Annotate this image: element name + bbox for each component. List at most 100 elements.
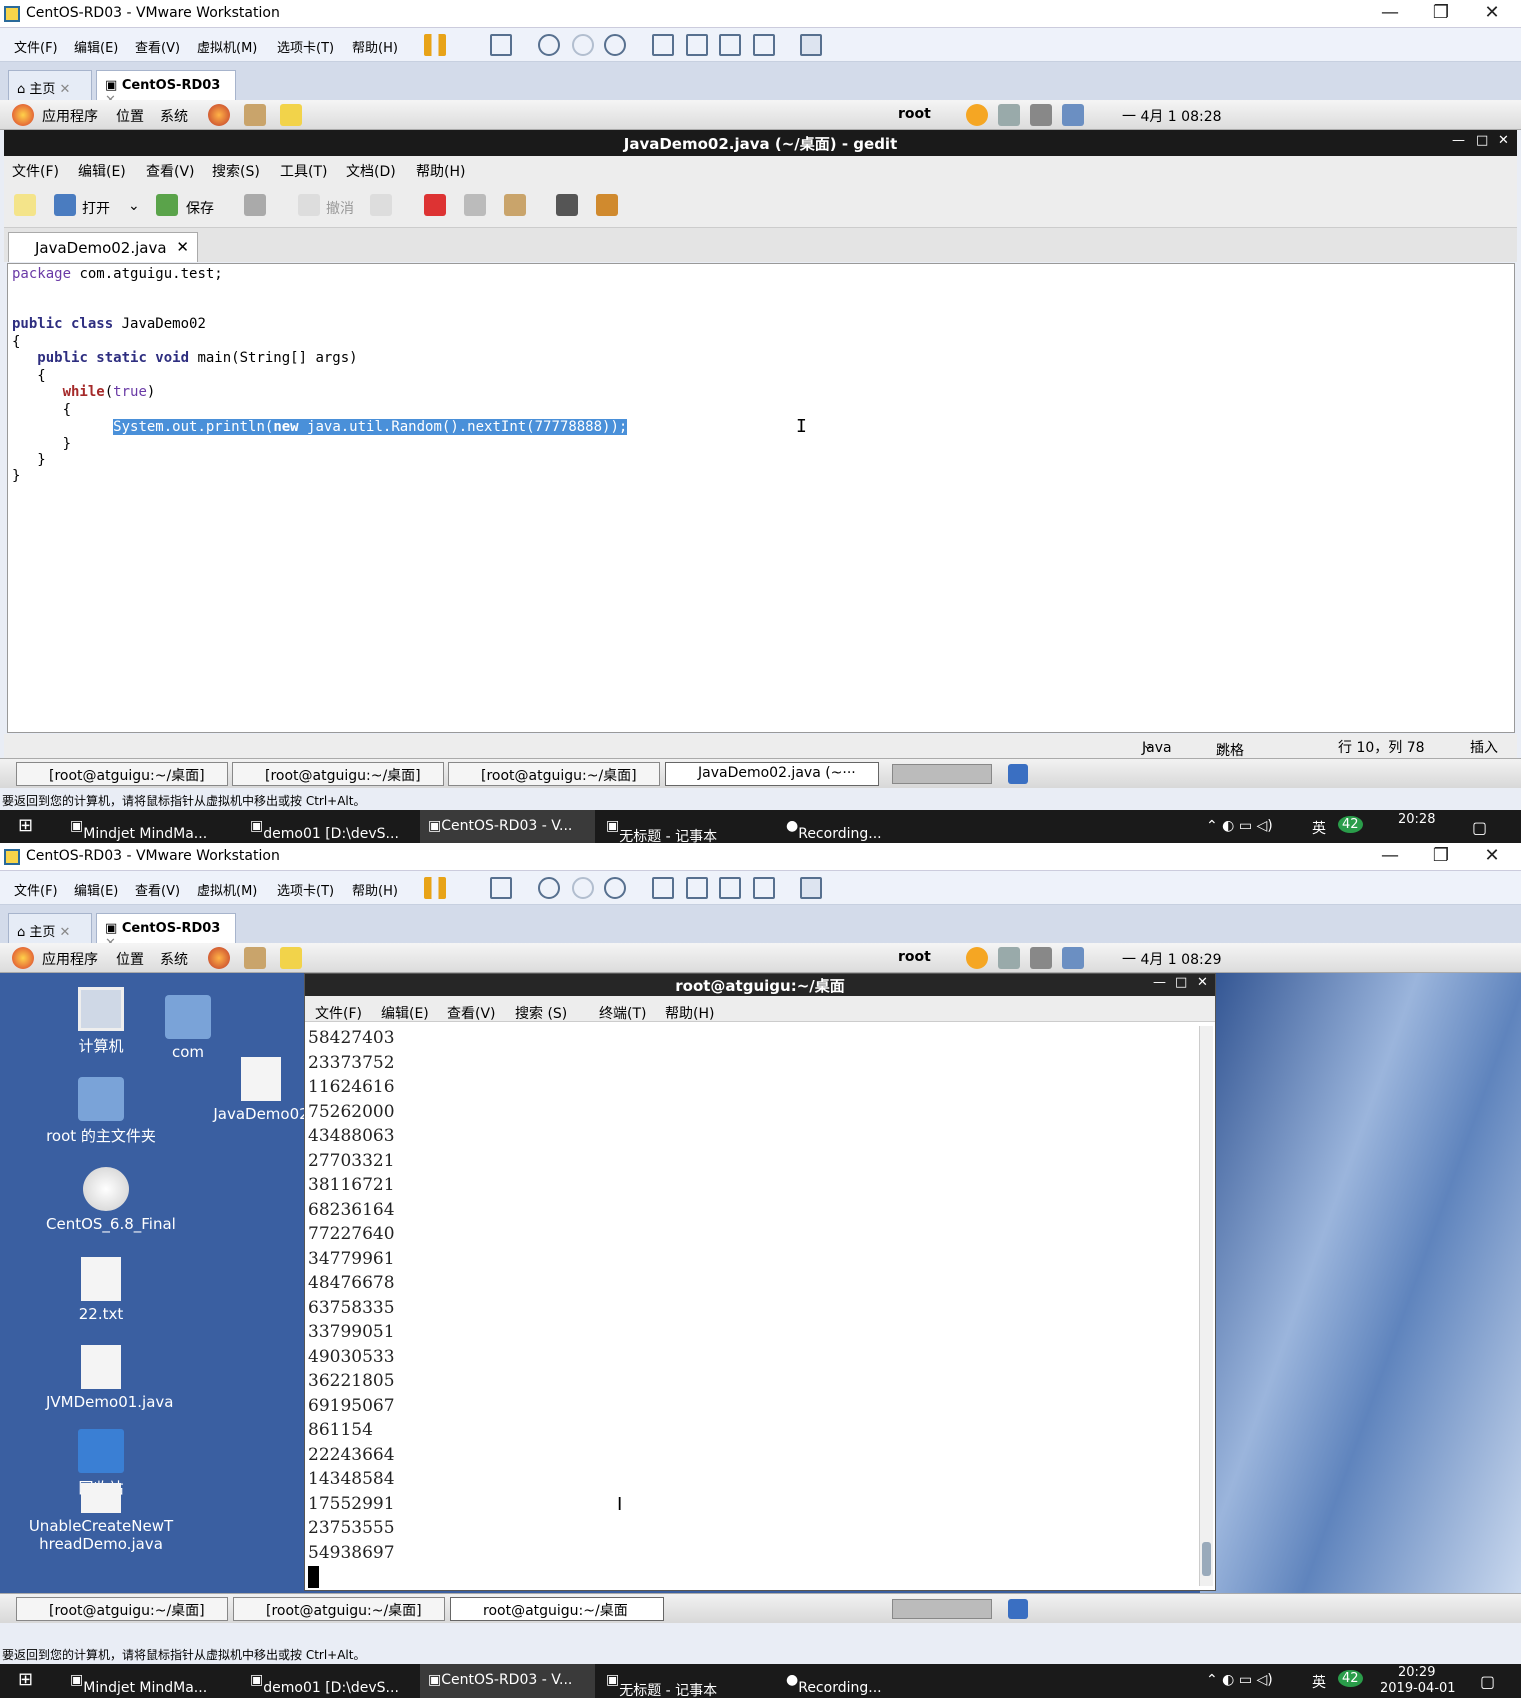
tray-icons[interactable]: ⌃ ◐ ▭ ◁) (1206, 1672, 1273, 1688)
volume-icon[interactable] (1030, 947, 1052, 969)
close-tab-icon[interactable]: ✕ (176, 238, 189, 256)
notification-icon[interactable]: ▢ (1472, 818, 1487, 837)
taskbar-terminal-1[interactable]: [root@atguigu:~/桌面] (16, 1597, 228, 1621)
cut-icon[interactable] (424, 194, 446, 216)
snapshot-icon[interactable] (538, 877, 560, 899)
gedit-menu-view[interactable]: 查看(V) (146, 161, 195, 181)
system-menu[interactable]: 系统 (160, 106, 188, 126)
snapshot-manager-icon[interactable] (604, 877, 626, 899)
revert-snapshot-icon[interactable] (572, 877, 594, 899)
update-icon[interactable] (966, 104, 988, 126)
save-icon[interactable] (156, 194, 178, 216)
user-name[interactable]: root (898, 949, 931, 965)
fullscreen-icon[interactable] (719, 877, 741, 899)
thumbnail-icon[interactable] (686, 877, 708, 899)
doc-tab[interactable]: JavaDemo02.java ✕ (8, 232, 198, 262)
minimize-icon[interactable]: — (1153, 975, 1166, 990)
desktop-icon-jvmdemo01[interactable]: JVMDemo01.java (46, 1345, 173, 1411)
scrollbar[interactable] (1199, 1026, 1213, 1586)
close-tab-icon[interactable]: ✕ (60, 82, 71, 97)
gedit-menu-file[interactable]: 文件(F) (12, 161, 59, 181)
new-file-icon[interactable] (14, 194, 36, 216)
gedit-menu-help[interactable]: 帮助(H) (416, 161, 465, 181)
tab-centos[interactable]: ▣ CentOS-RD03 ✕ (96, 70, 236, 108)
windows-start-icon[interactable]: ⊞ (18, 1669, 33, 1690)
desktop-icon-home[interactable]: root 的主文件夹 (46, 1077, 156, 1146)
maximize-icon[interactable]: □ (1175, 975, 1187, 990)
apps-menu[interactable]: 应用程序 (42, 949, 98, 969)
language-select[interactable]: Java ⌄ (1142, 737, 1172, 756)
revert-snapshot-icon[interactable] (572, 34, 594, 56)
firefox-icon[interactable] (208, 947, 230, 969)
taskbar-terminal-1[interactable]: [root@atguigu:~/桌面] (16, 762, 228, 786)
code-editor[interactable]: package com.atguigu.test; public class J… (7, 263, 1515, 733)
firefox-icon[interactable] (208, 104, 230, 126)
send-keys-icon[interactable] (490, 877, 512, 899)
ime-indicator[interactable]: 英 (1312, 818, 1326, 838)
menu-file[interactable]: 文件(F) (14, 880, 58, 899)
pause-icon[interactable] (424, 34, 446, 56)
tray-date[interactable]: 2019-04-01 (1380, 1681, 1456, 1696)
close-icon[interactable]: ✕ (1472, 2, 1512, 23)
taskbar-gedit[interactable]: JavaDemo02.java (~··· (665, 762, 879, 786)
menu-file[interactable]: 文件(F) (14, 37, 58, 56)
open-icon[interactable] (54, 194, 76, 216)
ime-indicator[interactable]: 英 (1312, 1672, 1326, 1692)
network-icon[interactable] (1062, 104, 1084, 126)
mail-icon[interactable] (244, 947, 266, 969)
network-tool-icon[interactable] (998, 947, 1020, 969)
workspace-switcher[interactable] (892, 764, 992, 784)
menu-edit[interactable]: 编辑(E) (74, 880, 118, 899)
undo-icon[interactable] (298, 194, 320, 216)
update-icon[interactable] (966, 947, 988, 969)
fullscreen-icon[interactable] (719, 34, 741, 56)
unity-icon[interactable] (753, 877, 775, 899)
tab-home[interactable]: ⌂ 主页 ✕ (8, 70, 92, 100)
terminal-window[interactable]: root@atguigu:~/桌面 — □ ✕ 文件(F) 编辑(E) 查看(V… (304, 973, 1216, 1591)
gedit-menu-search[interactable]: 搜索(S) (212, 161, 260, 181)
task-intellij[interactable]: ▣ demo01 [D:\devS... (250, 1672, 399, 1696)
task-mindjet[interactable]: ▣ Mindjet MindMa... (70, 818, 207, 842)
badge-icon[interactable]: 42 (1338, 1670, 1363, 1687)
menu-vm[interactable]: 虚拟机(M) (197, 37, 257, 56)
mail-icon[interactable] (244, 104, 266, 126)
close-tab-icon[interactable]: ✕ (60, 925, 71, 940)
badge-icon[interactable]: 42 (1338, 816, 1363, 833)
unity-icon[interactable] (753, 34, 775, 56)
minimize-icon[interactable]: — (1452, 133, 1465, 148)
copy-icon[interactable] (464, 194, 486, 216)
task-intellij[interactable]: ▣ demo01 [D:\devS... (250, 818, 399, 842)
maximize-icon[interactable]: □ (1476, 133, 1488, 148)
task-recording[interactable]: ● Recording... (786, 1672, 882, 1696)
menu-tabs[interactable]: 选项卡(T) (277, 37, 334, 56)
close-icon[interactable]: ✕ (1472, 845, 1512, 866)
scrollbar-thumb[interactable] (1202, 1542, 1211, 1576)
desktop-icon-com[interactable]: com (133, 995, 243, 1061)
notification-icon[interactable]: ▢ (1480, 1672, 1495, 1691)
close-icon[interactable]: ✕ (1498, 133, 1509, 148)
user-name[interactable]: root (898, 106, 931, 122)
menu-help[interactable]: 帮助(H) (352, 37, 398, 56)
system-menu[interactable]: 系统 (160, 949, 188, 969)
trash-icon[interactable] (1008, 764, 1028, 784)
network-icon[interactable] (1062, 947, 1084, 969)
send-keys-icon[interactable] (490, 34, 512, 56)
term-menu-terminal[interactable]: 终端(T) (599, 1003, 646, 1023)
gedit-menu-tools[interactable]: 工具(T) (280, 161, 327, 181)
notes-icon[interactable] (280, 947, 302, 969)
open-label[interactable]: 打开 (82, 198, 110, 218)
trash-icon[interactable] (1008, 1599, 1028, 1619)
paste-icon[interactable] (504, 194, 526, 216)
menu-tabs[interactable]: 选项卡(T) (277, 880, 334, 899)
pause-icon[interactable] (424, 877, 446, 899)
library-icon[interactable] (652, 34, 674, 56)
task-vmware[interactable]: ▣ CentOS-RD03 - V... (420, 810, 595, 843)
taskbar-terminal-3[interactable]: [root@atguigu:~/桌面] (448, 762, 660, 786)
places-menu[interactable]: 位置 (116, 106, 144, 126)
task-mindjet[interactable]: ▣ Mindjet MindMa... (70, 1672, 207, 1696)
tab-home[interactable]: ⌂ 主页 ✕ (8, 913, 92, 943)
minimize-icon[interactable]: — (1370, 2, 1410, 23)
redo-icon[interactable] (370, 194, 392, 216)
gedit-menu-edit[interactable]: 编辑(E) (78, 161, 126, 181)
task-recording[interactable]: ● Recording... (786, 818, 882, 842)
